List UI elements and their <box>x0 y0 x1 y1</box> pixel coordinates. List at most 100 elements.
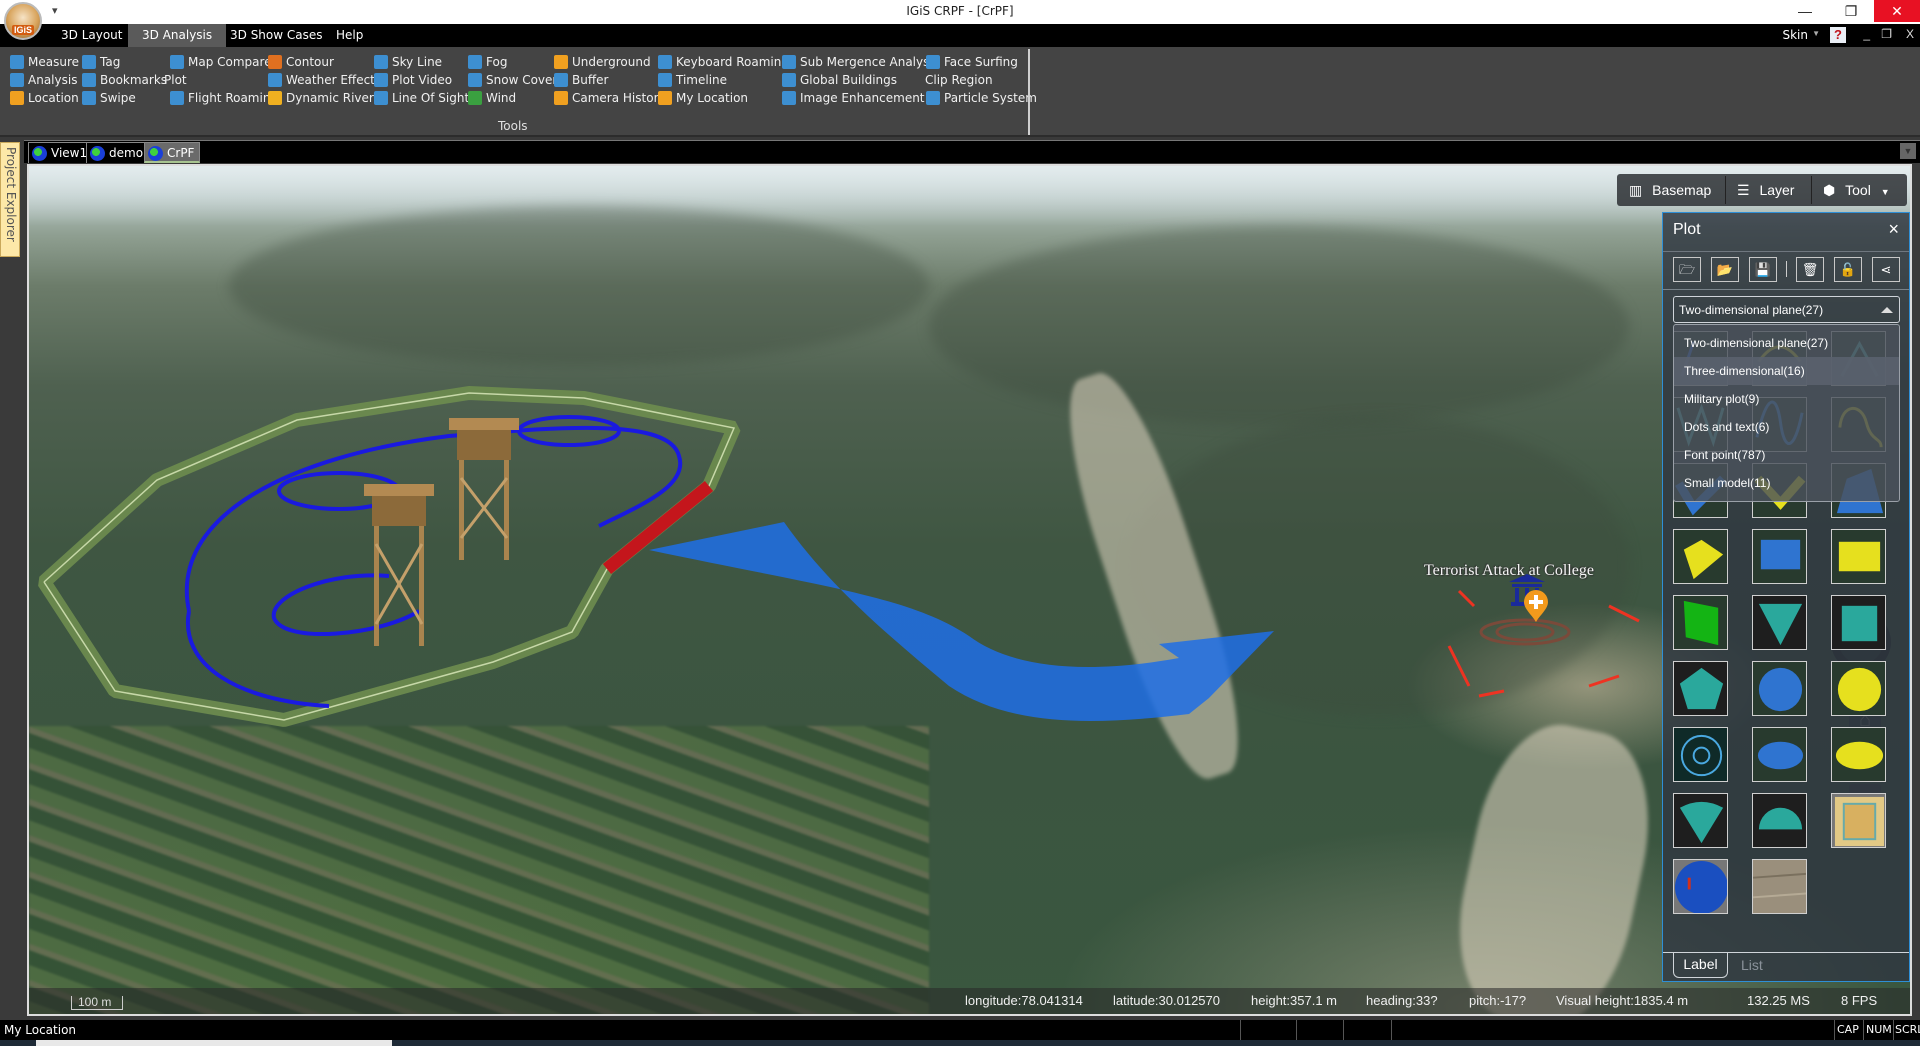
ribbon-button-keyboard-roaming[interactable]: Keyboard Roaming <box>658 53 789 71</box>
tab-list[interactable]: List <box>1741 957 1763 973</box>
mdi-minimize-button[interactable]: _ <box>1863 27 1870 41</box>
mdi-restore-button[interactable]: ❐ <box>1881 27 1892 41</box>
plot-category-select[interactable]: Two-dimensional plane(27) <box>1673 296 1900 323</box>
menu-tab-3d-show-cases[interactable]: 3D Show Cases <box>216 24 337 47</box>
heading-readout: heading:33? <box>1366 993 1438 1008</box>
plot-symbol-yellow-ellipse[interactable] <box>1831 727 1886 782</box>
map-status-bar: 100 m longitude:78.041314 latitude:30.01… <box>29 988 1910 1014</box>
window-close-button[interactable]: ✕ <box>1874 0 1920 22</box>
doc-tab-crpf[interactable]: CrPF <box>144 142 201 163</box>
delete-button[interactable]: 🗑 <box>1796 257 1824 282</box>
skin-dropdown[interactable]: Skin <box>1782 28 1808 42</box>
ribbon-button-particle-system[interactable]: Particle System <box>926 89 1037 107</box>
status-cell <box>1863 1020 1864 1040</box>
dropdown-option[interactable]: Military plot(9) <box>1674 385 1899 413</box>
ribbon-button-contour[interactable]: Contour <box>268 53 334 71</box>
ribbon-button-underground[interactable]: Underground <box>554 53 651 71</box>
dropdown-option[interactable]: Three-dimensional(16) <box>1674 357 1899 385</box>
plot-symbol-green-quad[interactable] <box>1673 595 1728 650</box>
layer-button[interactable]: ☰ Layer <box>1729 174 1809 206</box>
ribbon-button-my-location[interactable]: My Location <box>658 89 748 107</box>
ribbon-button-plot-video[interactable]: Plot Video <box>374 71 452 89</box>
ribbon-button-snow-cover[interactable]: Snow Cover <box>468 71 557 89</box>
app-logo[interactable]: IGiS <box>4 2 42 40</box>
plot-symbol-teal-semicircle[interactable] <box>1752 793 1807 848</box>
ribbon-button-location[interactable]: Location <box>10 89 79 107</box>
plot-symbol-blue-circle[interactable] <box>1752 661 1807 716</box>
ribbon-button-label: Weather Effects <box>286 73 382 87</box>
wind-icon <box>468 91 482 105</box>
ribbon-button-swipe[interactable]: Swipe <box>82 89 136 107</box>
help-button[interactable]: ? <box>1830 27 1846 43</box>
tab-list-dropdown-icon[interactable]: ▼ <box>1900 143 1916 159</box>
close-icon[interactable]: × <box>1888 219 1899 240</box>
plot-symbol-teal-square[interactable] <box>1831 595 1886 650</box>
plot-symbol-texture-image[interactable] <box>1752 859 1807 914</box>
dropdown-option[interactable]: Dots and text(6) <box>1674 413 1899 441</box>
ribbon-button-bookmarks[interactable]: Bookmarks <box>82 71 167 89</box>
ribbon-button-timeline[interactable]: Timeline <box>658 71 727 89</box>
skin-caret-icon[interactable]: ▼ <box>1812 29 1820 38</box>
plot-symbol-teal-sector[interactable] <box>1673 793 1728 848</box>
plot-symbol-radar-circle[interactable] <box>1673 859 1728 914</box>
window-restore-button[interactable]: ❐ <box>1828 0 1874 22</box>
3d-map-viewport[interactable]: Terrorist Attack at College ▥ Basemap ☰ … <box>27 164 1912 1016</box>
dropdown-option[interactable]: Small model(11) <box>1674 469 1899 497</box>
window-minimize-button[interactable]: — <box>1782 0 1828 22</box>
customize-quick-access-icon[interactable]: ▾ <box>52 4 58 17</box>
menu-tab-3d-analysis[interactable]: 3D Analysis <box>128 24 227 47</box>
plot-symbol-yellow-circle[interactable] <box>1831 661 1886 716</box>
buffer-icon <box>554 73 568 87</box>
plot-symbol-map-image[interactable] <box>1831 793 1886 848</box>
plot-symbol-ring-circle[interactable] <box>1673 727 1728 782</box>
doc-tab-demo[interactable]: demo <box>86 142 150 163</box>
texture-image-icon <box>1753 860 1806 913</box>
snow-icon <box>468 73 482 87</box>
plot-symbol-yellow-rectangle[interactable] <box>1831 529 1886 584</box>
menu-tab-help[interactable]: Help <box>322 24 377 47</box>
plot-symbol-blue-rectangle[interactable] <box>1752 529 1807 584</box>
ribbon-button-dynamic-river[interactable]: Dynamic River <box>268 89 374 107</box>
save-button[interactable]: 💾 <box>1749 257 1777 282</box>
ribbon-button-wind[interactable]: Wind <box>468 89 516 107</box>
plot-symbol-yellow-polygon[interactable] <box>1673 529 1728 584</box>
tool-label: Tool <box>1845 182 1871 198</box>
ring-circle-icon <box>1680 734 1723 777</box>
ribbon-button-face-surfing[interactable]: Face Surfing <box>926 53 1018 71</box>
ribbon-button-map-compare[interactable]: Map Compare <box>170 53 272 71</box>
ribbon-button-image-enhancement[interactable]: Image Enhancement <box>782 89 925 107</box>
location-pin-add-icon[interactable] <box>1522 589 1550 623</box>
poi-label[interactable]: Terrorist Attack at College <box>1424 562 1594 580</box>
ribbon-button-camera-history[interactable]: Camera History <box>554 89 666 107</box>
tool-dropdown-button[interactable]: ⬢ Tool ▼ <box>1815 174 1905 206</box>
plot-symbol-teal-triangle[interactable] <box>1752 595 1807 650</box>
ribbon-button-buffer[interactable]: Buffer <box>554 71 608 89</box>
ribbon-button-sub-mergence-analysis[interactable]: Sub Mergence Analysis <box>782 53 939 71</box>
ribbon-button-flight-roaming[interactable]: Flight Roaming <box>170 89 278 107</box>
ribbon-button-measure[interactable]: Measure <box>10 53 79 71</box>
dropdown-option[interactable]: Two-dimensional plane(27) <box>1674 329 1899 357</box>
tab-label[interactable]: Label <box>1673 952 1728 978</box>
plot-symbol-blue-ellipse[interactable] <box>1752 727 1807 782</box>
ribbon-button-global-buildings[interactable]: Global Buildings <box>782 71 897 89</box>
ribbon-button-weather-effects[interactable]: Weather Effects <box>268 71 381 89</box>
dropdown-option[interactable]: Font point(787) <box>1674 441 1899 469</box>
title-bar: IGiS CRPF - [CrPF] ▾ — ❐ ✕ <box>0 0 1920 24</box>
mdi-close-button[interactable]: X <box>1906 27 1914 41</box>
plot-symbol-teal-pentagon[interactable] <box>1673 661 1728 716</box>
ribbon-button-tag[interactable]: Tag <box>82 53 120 71</box>
ribbon-button-fog[interactable]: Fog <box>468 53 507 71</box>
ribbon-button-analysis[interactable]: Analysis <box>10 71 77 89</box>
unlock-button[interactable]: 🔓 <box>1834 257 1862 282</box>
basemap-button[interactable]: ▥ Basemap <box>1621 174 1721 206</box>
doc-tab-view1[interactable]: View1 <box>28 142 94 163</box>
open-folder-button[interactable]: 📂 <box>1711 257 1739 282</box>
share-button[interactable]: ⋖ <box>1872 257 1900 282</box>
ribbon-button-sky-line[interactable]: Sky Line <box>374 53 442 71</box>
ribbon-button-clip-region[interactable]: Clip Region <box>925 71 993 89</box>
project-explorer-tab[interactable]: Project Explorer <box>0 142 20 257</box>
ribbon-button-line-of-sight[interactable]: Line Of Sight <box>374 89 469 107</box>
menu-tab-3d-layout[interactable]: 3D Layout <box>47 24 136 47</box>
open-file-button[interactable]: 🗁 <box>1673 257 1701 282</box>
ribbon-button-plot[interactable]: Plot <box>164 71 187 89</box>
